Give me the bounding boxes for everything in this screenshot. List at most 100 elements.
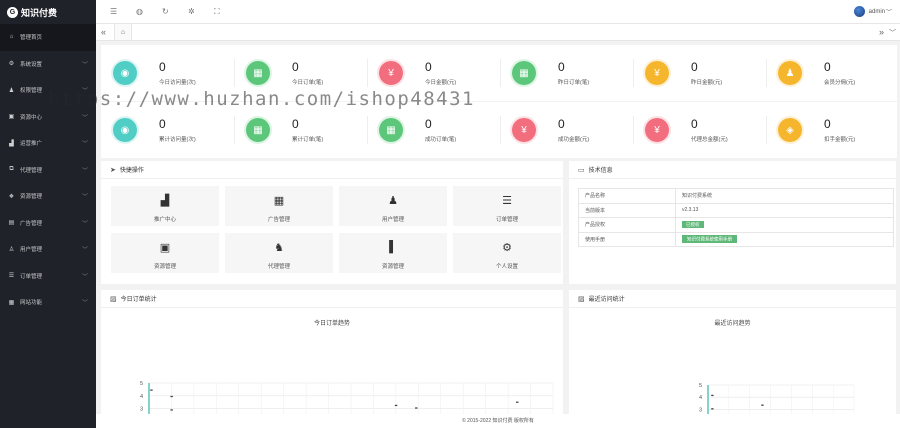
divider [633, 59, 634, 87]
logo-text: 知识付费 [21, 7, 58, 18]
sidebar-item-8[interactable]: ♙ 用户管理 ﹀ [0, 236, 96, 263]
gear-icon: ⚙ [8, 61, 15, 68]
divider [766, 59, 767, 87]
stat-item: ¥0 成功金额(元) [500, 102, 633, 158]
quick-op-button[interactable]: ♞ 代理管理 [225, 233, 333, 273]
stat-value: 0 [425, 60, 432, 74]
quick-op-button[interactable]: ▦ 广告管理 [225, 186, 333, 226]
sidebar-item-1[interactable]: ⚙ 系统设置 ﹀ [0, 51, 96, 78]
quick-op-button[interactable]: ▣ 资源管理 [111, 233, 219, 273]
stat-value: 0 [691, 60, 698, 74]
stat-item: ▦ 0 昨日订单(笔) [500, 45, 633, 101]
stat-label: 成功订单(笔) [425, 137, 457, 143]
monitor-icon: ▭ [578, 166, 585, 174]
stat-item: ¥0 昨日金额(元) [633, 45, 766, 101]
globe-icon[interactable]: ◍ [136, 7, 143, 16]
clear-icon[interactable]: ✲ [188, 7, 195, 16]
stat-label: 今日金额(元) [425, 80, 457, 86]
stat-icon-circle: ◈ [776, 116, 804, 144]
refresh-icon[interactable]: ↻ [162, 7, 169, 16]
tabs-menu-chevron-icon[interactable]: ﹀ [889, 28, 896, 38]
stat-label: 累计订单(笔) [292, 137, 324, 143]
tabs-right-icon[interactable]: » [879, 27, 884, 37]
data-point [761, 404, 764, 406]
sidebar-item-5[interactable]: ⧉ 代理管理 ﹀ [0, 157, 96, 184]
chevron-down-icon: ﹀ [81, 274, 88, 281]
menu-toggle-icon[interactable]: ☰ [110, 7, 117, 16]
info-key: 当前版本 [578, 202, 676, 218]
y-tick-label: 4 [699, 395, 702, 401]
sidebar-item-0[interactable]: ⌂ 管理首页 [0, 24, 96, 51]
chevron-down-icon: ﹀ [885, 10, 892, 16]
logo[interactable]: G 知识付费 [0, 0, 96, 24]
sidebar-item-label: 资源中心 [20, 114, 43, 121]
grid-icon: ▦ [273, 195, 285, 207]
tab-home[interactable]: ⌂ [114, 24, 132, 40]
sidebar-item-label: 权限管理 [20, 88, 43, 95]
sidebar-item-9[interactable]: ☰ 订单管理 ﹀ [0, 263, 96, 290]
stat-value: 0 [691, 117, 698, 131]
logo-icon: G [7, 6, 18, 18]
stat-item: ▦ 0 累计订单(笔) [234, 102, 367, 158]
info-value: 知识付费系统 [675, 188, 894, 204]
user-menu[interactable]: admin ﹀ [853, 6, 892, 17]
quick-op-button[interactable]: ▟ 推广中心 [111, 186, 219, 226]
tabs-bar: « ⌂ » ﹀ [96, 24, 900, 41]
fullscreen-icon[interactable]: ⛶ [214, 7, 220, 17]
quick-op-label: 个人设置 [495, 264, 518, 270]
yen-icon: ¥ [388, 67, 394, 79]
quick-op-button[interactable]: ♟ 用户管理 [339, 186, 447, 226]
visit-stats-panel: ▨ 最近访问统计 最近访问趋势 2345 [569, 290, 896, 414]
yen-icon: ¥ [654, 67, 660, 79]
stats-row-total: ◉ 0 累计访问量(次) ▦ 0 累计订单(笔) ▦ 0 成功订单(笔) ¥0 成功金额(元) ¥0 代… [101, 102, 897, 158]
y-tick-label: 3 [699, 407, 702, 413]
calendar-icon: ▦ [253, 124, 263, 136]
calendar-icon: ▦ [519, 67, 529, 79]
divider [234, 116, 235, 144]
info-key: 使用手册 [578, 231, 676, 247]
quick-op-label: 资源管理 [153, 264, 176, 270]
stat-icon-circle: ◉ [111, 59, 139, 87]
sidebar-item-label: 广告管理 [20, 220, 43, 227]
manual-button[interactable]: 知识付费系统使用手册 [682, 234, 737, 243]
sidebar-item-7[interactable]: ▤ 广告管理 ﹀ [0, 210, 96, 237]
stat-icon-circle: ▦ [244, 116, 272, 144]
divider [367, 116, 368, 144]
sidebar-item-10[interactable]: ▦ 网站功能 ﹀ [0, 289, 96, 316]
user-icon: ♟ [785, 67, 795, 79]
stat-value: 0 [425, 117, 432, 131]
stat-value: 0 [159, 60, 166, 74]
sidebar-item-6[interactable]: ❖ 资源管理 ﹀ [0, 183, 96, 210]
users-icon: ♟ [8, 87, 15, 94]
sitemap-icon: ♞ [274, 242, 284, 254]
tabs-left-icon[interactable]: « [101, 27, 106, 37]
quick-op-button[interactable]: ☰ 订单管理 [453, 186, 561, 226]
user-icon: ♙ [8, 246, 15, 253]
sidebar: G 知识付费 ⌂ 管理首页 ⚙ 系统设置 ﹀ ♟ 权限管理 ﹀ ▣ 资源中心 ﹀ ▟ 运营推广 ﹀ ⧉ 代理管… [0, 0, 96, 428]
quick-op-label: 用户管理 [381, 217, 404, 223]
top-header: ☰ ◍ ↻ ✲ ⛶ admin ﹀ [96, 0, 900, 24]
quick-op-label: 代理管理 [267, 264, 290, 270]
quick-op-button[interactable]: ⚙ 个人设置 [453, 233, 561, 273]
book-icon: ▌ [389, 241, 397, 253]
bar-chart-icon: ▟ [160, 195, 170, 207]
gear-icon: ⚙ [502, 242, 512, 254]
list-icon: ☰ [502, 195, 512, 207]
tech-info-title: 技术信息 [588, 168, 613, 174]
stat-value: 0 [824, 60, 831, 74]
archive-icon: ▣ [159, 242, 171, 254]
quick-op-label: 资源管理 [381, 264, 404, 270]
stat-icon-circle: ◉ [111, 116, 139, 144]
stat-icon-circle: ¥ [643, 59, 671, 87]
quick-op-button[interactable]: ▌ 资源管理 [339, 233, 447, 273]
calendar-icon: ▦ [386, 124, 396, 136]
sidebar-item-4[interactable]: ▟ 运营推广 ﹀ [0, 130, 96, 157]
divider [633, 116, 634, 144]
stat-icon-circle: ¥ [510, 116, 538, 144]
chart-icon: ▟ [9, 140, 14, 147]
stat-icon-circle: ▦ [377, 116, 405, 144]
stat-icon-circle: ▦ [510, 59, 538, 87]
eye-icon: ◉ [120, 67, 130, 79]
chevron-down-icon: ﹀ [81, 194, 88, 201]
stat-value: 0 [558, 117, 565, 131]
